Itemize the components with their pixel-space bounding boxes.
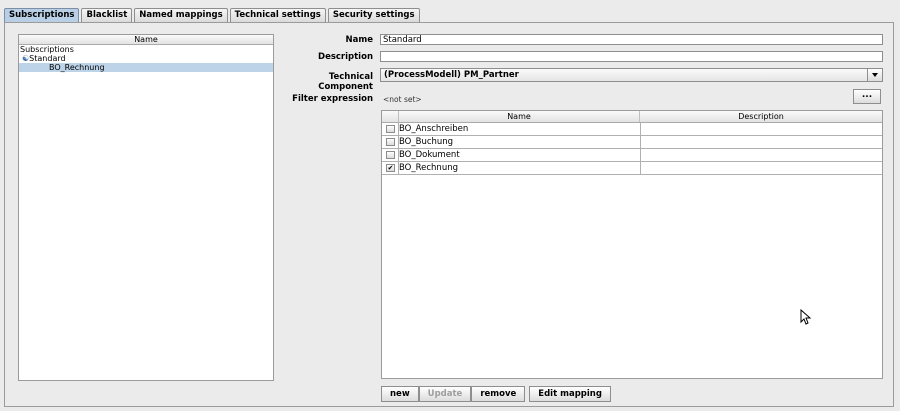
filter-expression-value: <not set> [383, 95, 422, 104]
column-header-check[interactable] [382, 111, 399, 122]
mapping-table[interactable]: Name Description BO_Anschreiben BO_Buchu… [381, 110, 883, 379]
dropdown-button[interactable] [867, 69, 882, 81]
row-checkbox[interactable] [386, 138, 395, 146]
tree-item-label: Standard [29, 54, 66, 63]
table-row[interactable]: BO_Anschreiben [382, 123, 882, 136]
row-name: BO_Rechnung [399, 163, 458, 173]
row-name: BO_Dokument [399, 150, 460, 160]
edit-mapping-button[interactable]: Edit mapping [529, 386, 611, 402]
description-field[interactable] [380, 51, 883, 62]
tree-item-standard[interactable]: ☯Standard [19, 54, 273, 63]
mouse-pointer-icon [800, 309, 812, 325]
tab-named-mappings[interactable]: Named mappings [134, 8, 228, 22]
row-name: BO_Buchung [399, 137, 454, 147]
chevron-down-icon [872, 73, 878, 77]
column-header-description[interactable]: Description [640, 111, 882, 122]
tab-security-settings[interactable]: Security settings [327, 8, 420, 22]
technical-component-select[interactable]: (ProcessModell) PM_Partner [380, 68, 883, 82]
column-header-name[interactable]: Name [399, 111, 640, 122]
action-button-bar: new Update remove Edit mapping [381, 386, 611, 402]
tree-item-bo-rechnung[interactable]: BO_Rechnung [19, 63, 273, 72]
filter-expression-label: Filter expression [292, 94, 373, 104]
table-header: Name Description [382, 111, 882, 123]
row-checkbox-checked[interactable]: ✔ [386, 164, 395, 172]
filter-edit-button[interactable]: ... [853, 89, 881, 104]
new-button[interactable]: new [381, 386, 419, 402]
subscription-tree[interactable]: Name Subscriptions ☯Standard BO_Rechnung [18, 34, 274, 381]
tab-technical-settings[interactable]: Technical settings [229, 8, 326, 22]
tree-item-subscriptions[interactable]: Subscriptions [19, 45, 273, 54]
name-label: Name [345, 35, 373, 45]
row-description [640, 123, 883, 135]
technical-component-value: (ProcessModell) PM_Partner [384, 70, 519, 80]
table-row[interactable]: BO_Dokument [382, 149, 882, 162]
table-row[interactable]: BO_Buchung [382, 136, 882, 149]
row-checkbox[interactable] [386, 125, 395, 133]
table-row[interactable]: ✔ BO_Rechnung [382, 162, 882, 175]
description-label: Description [318, 52, 373, 62]
row-name: BO_Anschreiben [399, 124, 469, 134]
row-checkbox[interactable] [386, 151, 395, 159]
update-button[interactable]: Update [418, 386, 472, 402]
tab-bar: Subscriptions Blacklist Named mappings T… [4, 8, 422, 22]
tab-subscriptions[interactable]: Subscriptions [4, 8, 80, 22]
tab-blacklist[interactable]: Blacklist [81, 8, 133, 22]
row-description [640, 136, 883, 148]
checkmark-icon: ✔ [387, 164, 394, 172]
technical-component-label: Technical Component [318, 72, 373, 92]
name-field[interactable]: Standard [380, 34, 883, 45]
tree-header[interactable]: Name [19, 35, 273, 45]
row-description [640, 149, 883, 161]
row-description [640, 162, 883, 174]
remove-button[interactable]: remove [471, 386, 526, 402]
